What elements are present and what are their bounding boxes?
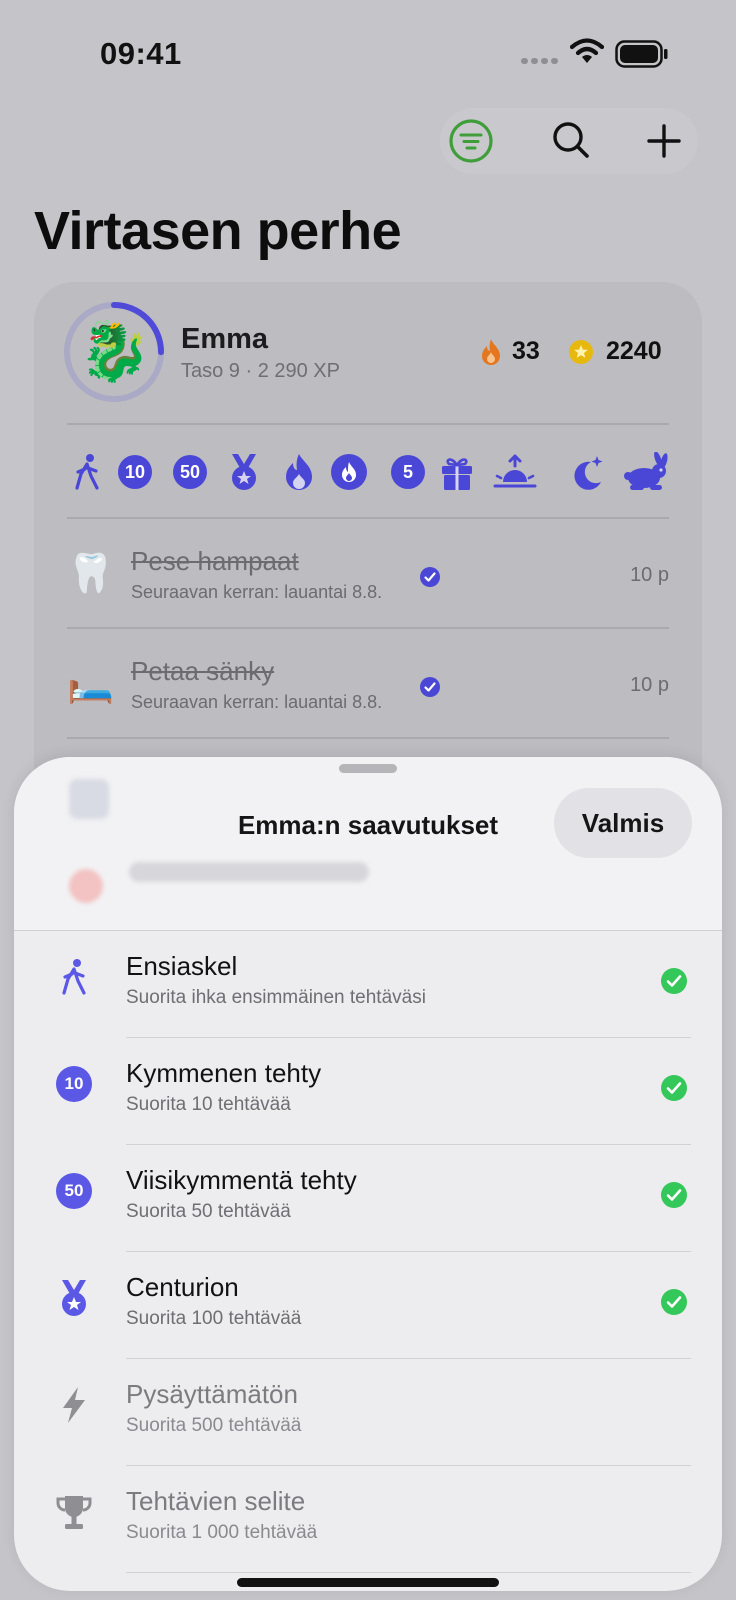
achievement-description: Suorita 100 tehtävää xyxy=(126,1308,302,1329)
streak-value: 33 xyxy=(512,337,540,365)
fifty-badge-icon: 50 xyxy=(173,455,207,489)
task-points: 10 p xyxy=(630,674,669,696)
streak-counter: 33 xyxy=(480,337,540,366)
wifi-icon xyxy=(570,38,604,63)
achievement-description: Suorita 500 tehtävää xyxy=(126,1415,302,1436)
achievement-title: Viisikymmentä tehty xyxy=(126,1165,357,1195)
five-badge-icon: 5 xyxy=(391,455,425,489)
background-task-emoji xyxy=(69,869,103,903)
achievement-description: Suorita 1 000 tehtävää xyxy=(126,1522,318,1543)
done-button[interactable]: Valmis xyxy=(554,788,692,858)
task-points: 10 p xyxy=(630,564,669,586)
task-row[interactable]: 🦷 Pese hampaat Seuraavan kerran: lauanta… xyxy=(67,546,669,626)
divider xyxy=(67,627,669,629)
achievements-sheet: Emma:n saavutukset Valmis Ensiaskel Suor… xyxy=(14,757,722,1591)
achievement-row[interactable]: Centurion Suorita 100 tehtävää xyxy=(14,1252,722,1359)
checkmark-icon xyxy=(420,677,440,697)
flame-icon xyxy=(286,454,312,490)
achievement-row[interactable]: 50 Viisikymmentä tehty Suorita 50 tehtäv… xyxy=(14,1145,722,1252)
task-title: Pese hampaat xyxy=(131,546,299,576)
task-schedule: Seuraavan kerran: lauantai 8.8. xyxy=(131,692,383,712)
add-button[interactable] xyxy=(639,116,689,166)
coin-icon xyxy=(569,339,593,364)
medal-icon xyxy=(62,1280,86,1316)
home-indicator xyxy=(237,1578,499,1587)
status-time: 09:41 xyxy=(100,36,182,71)
achievement-title: Kymmenen tehty xyxy=(126,1058,322,1088)
ten-badge-icon: 10 xyxy=(118,455,152,489)
divider xyxy=(67,517,669,519)
moon-stars-icon xyxy=(574,456,603,490)
member-level: Taso 9 · 2 290 XP xyxy=(181,360,340,382)
sheet-grabber[interactable] xyxy=(339,764,397,773)
achievement-row[interactable]: Ensiaskel Suorita ihka ensimmäinen tehtä… xyxy=(14,931,722,1038)
filter-button[interactable] xyxy=(446,116,496,166)
achievement-row[interactable]: Tehtävien selite Suorita 1 000 tehtävää xyxy=(14,1466,722,1573)
ten-badge-icon: 10 xyxy=(56,1066,92,1102)
rabbit-icon xyxy=(624,452,668,490)
gift-icon xyxy=(442,458,472,490)
medal-icon xyxy=(232,454,256,490)
plus-icon xyxy=(647,124,681,158)
fifty-badge-icon: 50 xyxy=(56,1173,92,1209)
search-button[interactable] xyxy=(547,116,597,166)
trophy-icon xyxy=(56,1496,92,1529)
achievement-description: Suorita 50 tehtävää xyxy=(126,1201,291,1222)
checkmark-circle-icon xyxy=(661,1289,687,1315)
avatar: 🐉 xyxy=(78,319,152,384)
background-task-title xyxy=(129,862,369,882)
status-bar: 09:41 xyxy=(0,0,736,100)
checkmark-circle-icon xyxy=(661,968,687,994)
achievement-title: Tehtävien selite xyxy=(126,1486,306,1516)
achievement-row[interactable]: Pysäyttämätön Suorita 500 tehtävää xyxy=(14,1359,722,1466)
achievement-title: Pysäyttämätön xyxy=(126,1379,298,1409)
flame-icon xyxy=(482,338,500,365)
page-title: Virtasen perhe xyxy=(34,201,402,261)
walking-person-icon xyxy=(75,454,99,490)
achievement-description: Suorita 10 tehtävää xyxy=(126,1094,291,1115)
achievement-row[interactable]: 10 Kymmenen tehty Suorita 10 tehtävää xyxy=(14,1038,722,1145)
task-title: Petaa sänky xyxy=(131,656,275,686)
flame-circle-icon xyxy=(331,454,367,490)
checkmark-icon xyxy=(420,567,440,587)
divider xyxy=(67,423,669,425)
flame-glyph xyxy=(342,462,356,482)
achievement-title: Ensiaskel xyxy=(126,951,238,981)
task-schedule: Seuraavan kerran: lauantai 8.8. xyxy=(131,582,383,602)
checkmark-circle-icon xyxy=(661,1075,687,1101)
search-icon xyxy=(553,122,589,158)
cellular-signal-icon xyxy=(521,58,558,64)
bolt-icon xyxy=(63,1387,85,1423)
battery-icon xyxy=(615,40,668,68)
divider xyxy=(67,737,669,739)
task-emoji: 🦷 xyxy=(67,553,115,595)
checkmark-circle-icon xyxy=(661,1182,687,1208)
walking-person-icon xyxy=(62,959,86,995)
task-emoji: 🛏️ xyxy=(67,663,115,705)
badge-row: 10 50 5 xyxy=(67,452,670,494)
member-name: Emma xyxy=(181,323,269,355)
row-divider xyxy=(126,1571,691,1573)
achievement-description: Suorita ihka ensimmäinen tehtäväsi xyxy=(126,987,426,1008)
coin-value: 2240 xyxy=(606,337,662,365)
achievement-title: Centurion xyxy=(126,1272,239,1302)
filter-icon xyxy=(449,119,493,163)
coin-counter: 2240 xyxy=(568,337,662,366)
sunrise-icon xyxy=(493,454,537,488)
task-row[interactable]: 🛏️ Petaa sänky Seuraavan kerran: lauanta… xyxy=(67,656,669,736)
